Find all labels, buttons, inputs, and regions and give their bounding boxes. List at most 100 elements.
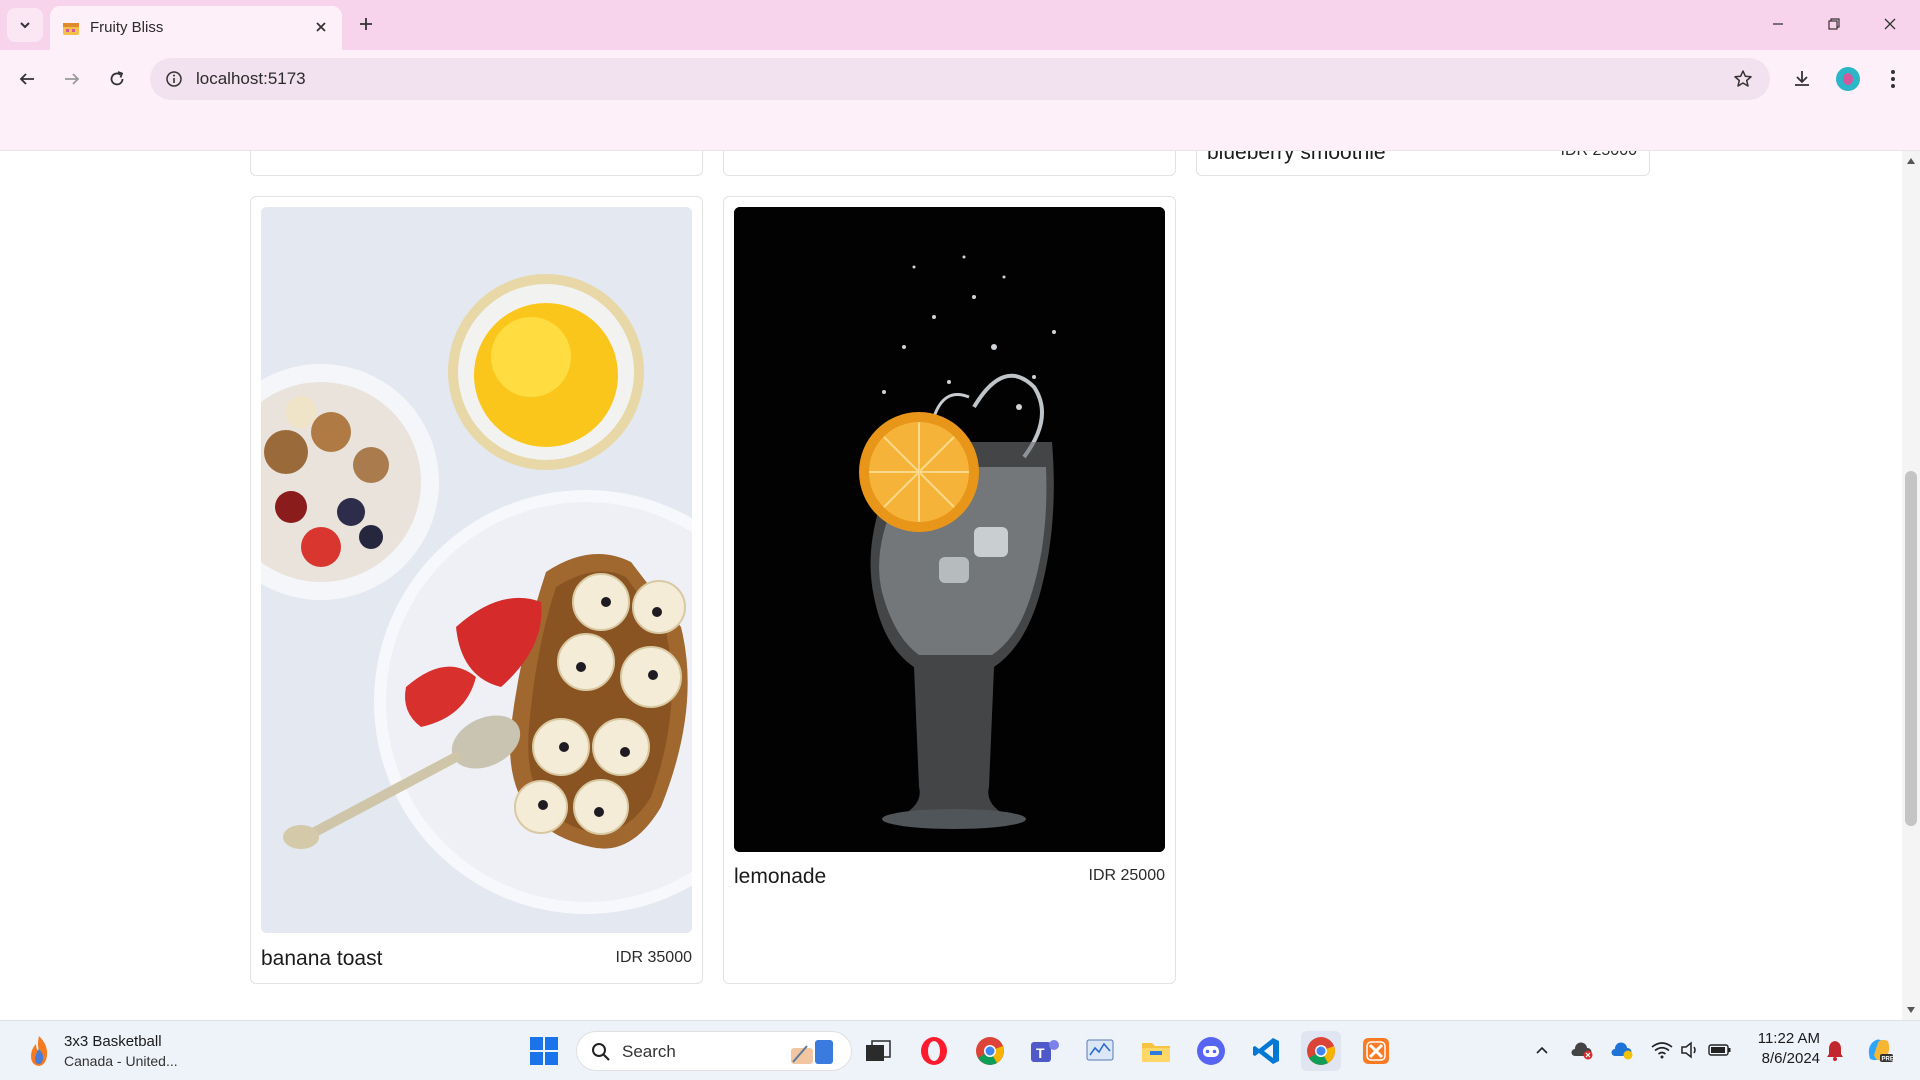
xampp-app[interactable] (1356, 1031, 1396, 1071)
close-window-button[interactable] (1862, 0, 1918, 48)
chrome-icon (976, 1037, 1004, 1065)
search-icon (592, 1043, 610, 1061)
forward-button[interactable] (55, 62, 89, 96)
site-info-button[interactable] (160, 65, 188, 93)
arrow-right-icon (65, 73, 80, 85)
weather-subtitle: Canada - United... (64, 1053, 178, 1069)
cloud-error-icon (1571, 1042, 1593, 1060)
battery-tray[interactable] (1705, 1035, 1735, 1065)
show-hidden-icons-button[interactable] (1527, 1035, 1557, 1065)
vscode-app[interactable] (1246, 1031, 1286, 1071)
bookmarks-bar (0, 108, 1920, 151)
restore-icon (1828, 18, 1840, 30)
product-card-partial-middle[interactable] (723, 151, 1176, 176)
teams-app[interactable]: T (1025, 1031, 1065, 1071)
page-viewport: blueberry smoothie IDR 25000 (0, 151, 1920, 1020)
product-price: IDR 25000 (1561, 151, 1638, 160)
task-view-icon (866, 1040, 891, 1061)
triangle-down-icon (1907, 1007, 1915, 1013)
product-price: IDR 25000 (1088, 867, 1166, 884)
download-icon (1795, 71, 1809, 86)
speaker-icon (1681, 1041, 1696, 1059)
monitor-chart-icon (1086, 1039, 1114, 1061)
close-icon (1884, 18, 1896, 30)
favicon-icon (63, 23, 79, 35)
cloud-warning-icon (1611, 1042, 1633, 1060)
scroll-down-arrow[interactable] (1902, 1002, 1920, 1018)
new-tab-button[interactable] (350, 8, 382, 40)
tab-close-button[interactable] (310, 16, 332, 38)
back-button[interactable] (10, 62, 44, 96)
xampp-icon (1363, 1038, 1389, 1064)
chevron-up-icon (1536, 1046, 1548, 1054)
product-card-blueberry-smoothie[interactable]: blueberry smoothie IDR 25000 (1196, 151, 1650, 176)
product-image-banana-toast (261, 207, 692, 933)
discord-app[interactable] (1191, 1031, 1231, 1071)
product-name: blueberry smoothie (1207, 151, 1386, 164)
reload-icon (110, 71, 124, 86)
search-label: Search (622, 1042, 676, 1061)
flame-icon (31, 1036, 48, 1066)
page-scrollbar[interactable] (1902, 151, 1920, 1020)
lemonade-photo (734, 207, 1165, 852)
wifi-tray[interactable] (1647, 1035, 1677, 1065)
avatar (1836, 67, 1860, 91)
tab-search-button[interactable] (7, 8, 43, 42)
bell-icon (1827, 1041, 1843, 1061)
discord-icon (1197, 1037, 1225, 1065)
start-button[interactable] (524, 1031, 564, 1071)
chevron-down-icon (20, 22, 30, 29)
windows-taskbar: 3x3 Basketball Canada - United... Search… (0, 1020, 1920, 1080)
product-card-banana-toast[interactable]: banana toast IDR 35000 (250, 196, 703, 984)
system-clock[interactable]: 11:22 AM 8/6/2024 (1740, 1029, 1820, 1069)
downloads-button[interactable] (1785, 62, 1819, 96)
weather-title: 3x3 Basketball (64, 1033, 162, 1050)
wifi-icon (1651, 1042, 1673, 1059)
onedrive-tray[interactable] (1607, 1035, 1637, 1065)
tab-title: Fruity Bliss (90, 19, 164, 36)
copilot-icon: PRE (1868, 1039, 1894, 1063)
file-explorer-app[interactable] (1136, 1031, 1176, 1071)
product-price: IDR 35000 (615, 949, 693, 966)
weather-widget[interactable]: 3x3 Basketball Canada - United... (20, 1031, 220, 1071)
windows-logo-icon (530, 1037, 558, 1065)
svg-text:T: T (1036, 1045, 1045, 1061)
copilot-tray[interactable]: PRE (1864, 1035, 1894, 1065)
notifications-tray[interactable] (1820, 1035, 1850, 1065)
triangle-up-icon (1907, 158, 1915, 164)
product-name: lemonade (734, 865, 827, 888)
info-icon (166, 71, 182, 87)
arrow-left-icon (19, 73, 34, 85)
bookmark-button[interactable] (1730, 66, 1756, 92)
menu-button[interactable] (1876, 62, 1910, 96)
task-view-button[interactable] (858, 1031, 898, 1071)
taskbar-search[interactable]: Search (576, 1031, 852, 1071)
chrome-app[interactable] (970, 1031, 1010, 1071)
product-card-partial-left[interactable] (250, 151, 703, 176)
restore-button[interactable] (1806, 0, 1862, 48)
product-image-lemonade (734, 207, 1165, 852)
opera-icon (921, 1037, 947, 1065)
scroll-up-arrow[interactable] (1902, 153, 1920, 169)
tab-fruity-bliss[interactable]: Fruity Bliss (50, 6, 342, 50)
url-text[interactable]: localhost:5173 (196, 69, 306, 89)
reload-button[interactable] (100, 62, 134, 96)
star-icon (1734, 70, 1752, 87)
battery-icon (1708, 1044, 1731, 1056)
resource-monitor-app[interactable] (1080, 1031, 1120, 1071)
minimize-button[interactable] (1750, 0, 1806, 48)
volume-tray[interactable] (1675, 1035, 1705, 1065)
profile-button[interactable] (1831, 62, 1865, 96)
clock-date: 8/6/2024 (1761, 1050, 1820, 1067)
address-bar[interactable]: localhost:5173 (150, 58, 1770, 100)
scrollbar-thumb[interactable] (1905, 471, 1917, 826)
onedrive-error-tray[interactable] (1567, 1035, 1597, 1065)
product-card-lemonade[interactable]: lemonade IDR 25000 (723, 196, 1176, 984)
opera-app[interactable] (914, 1031, 954, 1071)
plus-icon (360, 18, 372, 30)
chrome-active-app[interactable] (1301, 1031, 1341, 1071)
svg-text:PRE: PRE (1882, 1057, 1894, 1063)
banana-toast-photo (261, 207, 692, 933)
browser-toolbar: localhost:5173 (0, 50, 1920, 108)
minimize-icon (1773, 23, 1783, 25)
